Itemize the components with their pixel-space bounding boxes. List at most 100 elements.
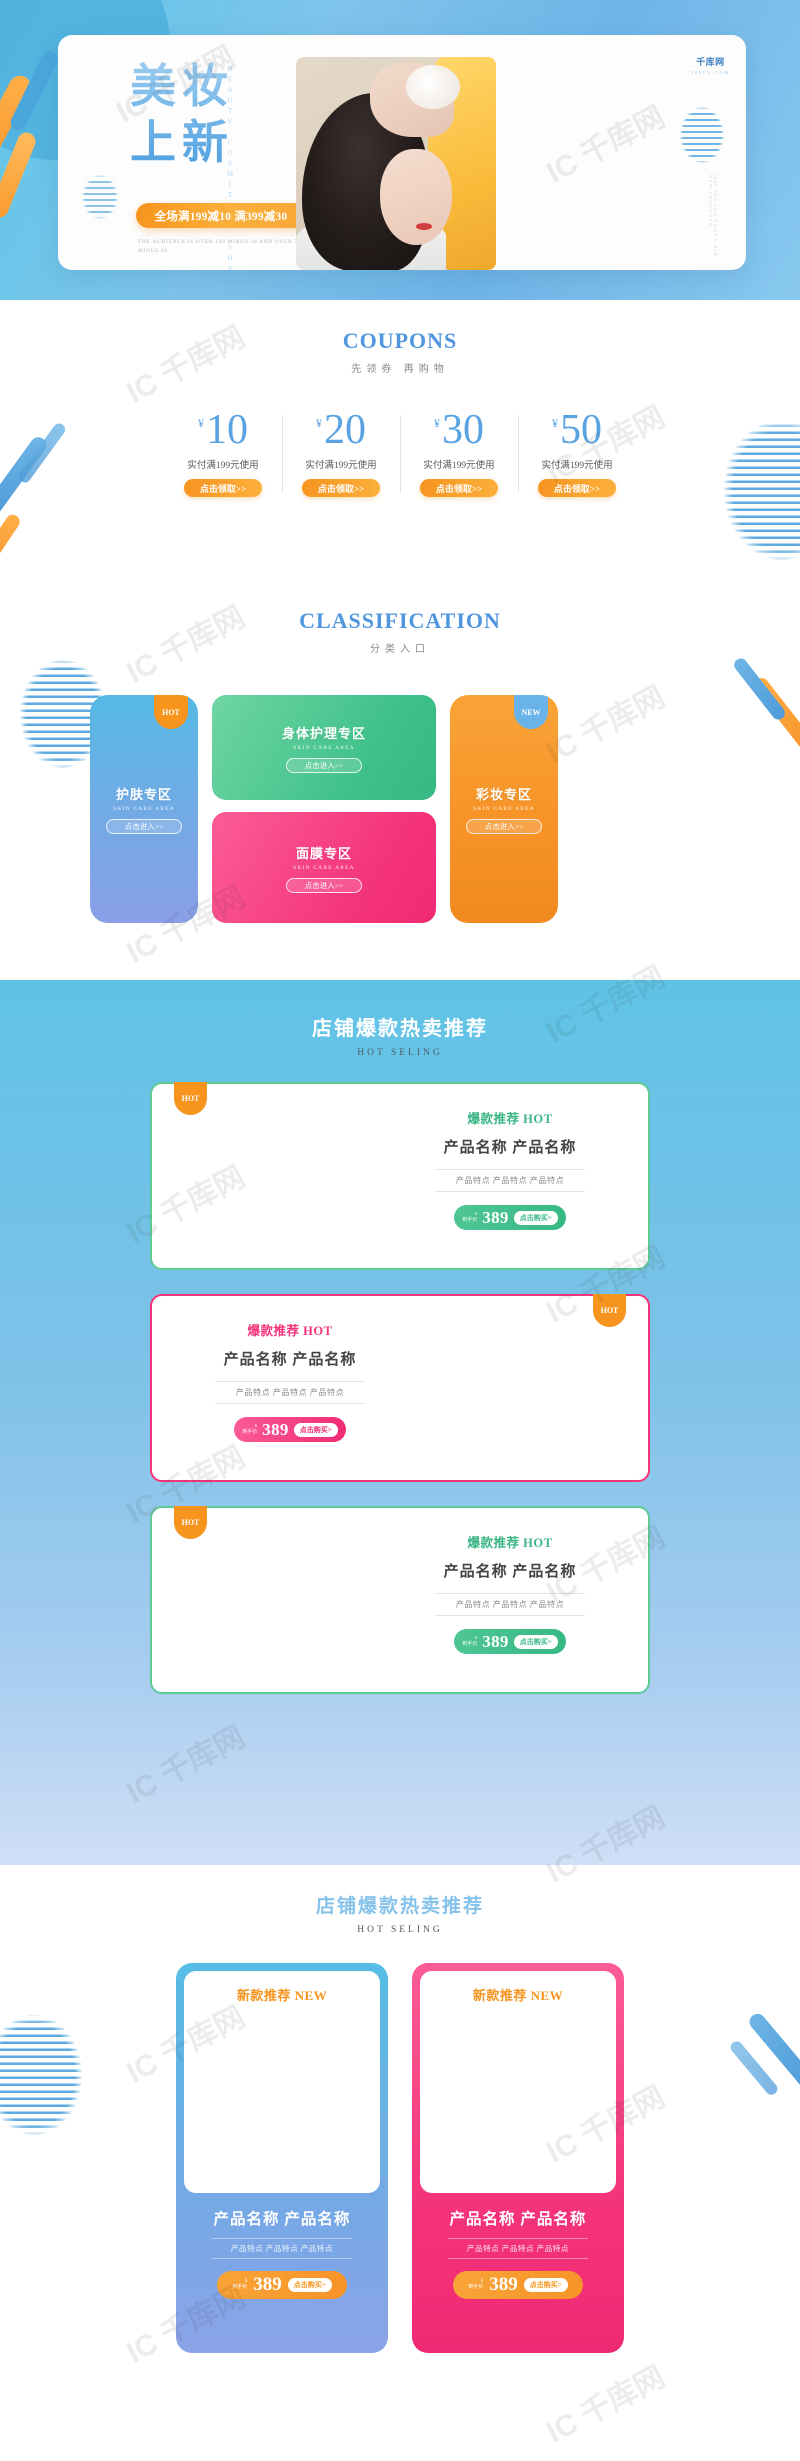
currency-symbol: ¥	[552, 416, 558, 430]
category-card-facemask[interactable]: 面膜专区 SKIN CARE AREA 点击进入>>	[212, 812, 436, 923]
product-features: 产品特点 产品特点 产品特点	[215, 1381, 365, 1404]
product-price-label-group: ¥ 到手价	[242, 1424, 257, 1436]
category-subtitle: SKIN CARE AREA	[473, 806, 535, 812]
category-title: 彩妆专区	[475, 787, 532, 802]
new-product-image-area: 新款推荐 NEW	[184, 1971, 380, 2193]
new-products-title-english: HOT SELING	[357, 1925, 443, 1935]
new-products-heading: 店铺爆款热卖推荐 HOT SELING	[0, 1891, 800, 1935]
category-title: 护肤专区	[115, 787, 172, 802]
photo-face	[380, 149, 452, 245]
product-price: 389	[482, 1631, 509, 1651]
new-product-name: 产品名称 产品名称	[213, 2211, 351, 2228]
coupon-value: 10	[206, 407, 248, 453]
hot-badge-icon: HOT	[174, 1506, 207, 1539]
hero-promo-pill[interactable]: 全场满199减10 满399减30	[136, 203, 306, 228]
coupon-amount: ¥ 10	[164, 409, 282, 451]
product-card[interactable]: HOT 爆款推荐 HOT 产品名称 产品名称 产品特点 产品特点 产品特点 ¥ …	[150, 1294, 650, 1482]
product-features: 产品特点 产品特点 产品特点	[435, 1169, 585, 1192]
category-title: 面膜专区	[295, 845, 352, 861]
product-card[interactable]: HOT 爆款推荐 HOT 产品名称 产品名称 产品特点 产品特点 产品特点 ¥ …	[150, 1506, 650, 1694]
classification-section: CLASSIFICATION 分类入口 HOT 护肤专区 SKIN CARE A…	[0, 600, 800, 980]
product-buy-button[interactable]: 点击购买>	[513, 1210, 558, 1225]
hero-model-photo	[296, 57, 496, 270]
new-product-card[interactable]: 新款推荐 NEW 产品名称 产品名称 产品特点 产品特点 产品特点 ¥ 到手价 …	[412, 1963, 624, 2353]
new-product-buy-bar[interactable]: ¥ 到手价 389 点击购买>	[453, 2271, 583, 2299]
hero-right-vertical-text: MEI ZHUANG SHANG XIN NEW PRODUCTS	[708, 175, 718, 258]
price-label: 到手价	[242, 1429, 258, 1435]
blue-bar-decoration-right	[731, 655, 788, 723]
category-enter-button[interactable]: 点击进入>>	[106, 819, 182, 834]
photo-lips	[416, 223, 432, 230]
new-product-info: 产品名称 产品名称 产品特点 产品特点 产品特点 ¥ 到手价 389 点击购买>	[176, 2193, 388, 2353]
coupon-list: ¥ 10 实付满199元使用 点击领取>> ¥ 20 实付满199元使用 点击领…	[0, 409, 800, 497]
coupon-card[interactable]: ¥ 30 实付满199元使用 点击领取>>	[400, 409, 518, 497]
coupon-condition: 实付满199元使用	[187, 461, 259, 471]
category-enter-button[interactable]: 点击进入>>	[286, 877, 362, 893]
product-features: 产品特点 产品特点 产品特点	[435, 1593, 585, 1616]
coupon-card[interactable]: ¥ 20 实付满199元使用 点击领取>>	[282, 409, 400, 497]
new-product-buy-bar[interactable]: ¥ 到手价 389 点击购买>	[217, 2271, 347, 2299]
coupon-claim-button[interactable]: 点击领取>>	[420, 479, 498, 497]
product-buy-bar[interactable]: ¥ 到手价 389 点击购买>	[454, 1205, 566, 1230]
product-buy-button[interactable]: 点击购买>	[293, 1422, 338, 1437]
coupon-claim-button[interactable]: 点击领取>>	[538, 479, 616, 497]
coupon-condition: 实付满199元使用	[305, 461, 377, 471]
product-card[interactable]: HOT 爆款推荐 HOT 产品名称 产品名称 产品特点 产品特点 产品特点 ¥ …	[150, 1082, 650, 1270]
price-label: 到手价	[462, 1641, 478, 1647]
new-product-info: 产品名称 产品名称 产品特点 产品特点 产品特点 ¥ 到手价 389 点击购买>	[412, 2193, 624, 2353]
coupon-claim-button[interactable]: 点击领取>>	[302, 479, 380, 497]
coupon-value: 30	[442, 407, 484, 453]
product-buy-bar[interactable]: ¥ 到手价 389 点击购买>	[454, 1629, 566, 1654]
site-logo-text: 千库网	[696, 57, 725, 67]
hero-title: 美妆 上新	[130, 59, 234, 171]
new-product-tag: 新款推荐 NEW	[472, 1988, 564, 2003]
currency-symbol: ¥	[316, 416, 322, 430]
price-label: 到手价	[232, 2285, 248, 2290]
new-product-buy-button[interactable]: 点击购买>	[523, 2278, 568, 2292]
new-price-label-group: ¥ 到手价	[232, 2279, 247, 2291]
hero-title-line-1: 美妆	[130, 61, 234, 112]
category-enter-button[interactable]: 点击进入>>	[466, 819, 542, 834]
coupons-title-chinese: 先领券 再购物	[351, 364, 449, 375]
new-product-card[interactable]: 新款推荐 NEW 产品名称 产品名称 产品特点 产品特点 产品特点 ¥ 到手价 …	[176, 1963, 388, 2353]
new-price-label-group: ¥ 到手价	[468, 2279, 483, 2291]
new-products-title-chinese: 店铺爆款热卖推荐	[316, 1891, 484, 1918]
coupon-condition: 实付满199元使用	[541, 461, 613, 471]
new-product-buy-button[interactable]: 点击购买>	[287, 2278, 332, 2292]
new-product-image-area: 新款推荐 NEW	[420, 1971, 616, 2193]
coupon-value: 50	[560, 407, 602, 453]
classification-heading: CLASSIFICATION 分类入口	[0, 608, 800, 655]
product-buy-button[interactable]: 点击购买>	[513, 1634, 558, 1649]
product-price: 389	[482, 1207, 509, 1227]
category-subtitle: SKIN CARE AREA	[113, 806, 175, 812]
category-card-bodycare[interactable]: 身体护理专区 SKIN CARE AREA 点击进入>>	[212, 695, 436, 800]
product-price-label-group: ¥ 到手价	[462, 1212, 477, 1224]
product-info: 爆款推荐 HOT 产品名称 产品名称 产品特点 产品特点 产品特点 ¥ 到手价 …	[176, 1320, 404, 1466]
category-enter-button[interactable]: 点击进入>>	[286, 757, 362, 773]
hot-selling-title-english: HOT SELING	[357, 1048, 443, 1058]
photo-scrunchie	[406, 65, 460, 109]
orange-bar-decoration-right	[750, 674, 800, 756]
product-price: 389	[262, 1419, 289, 1439]
product-name: 产品名称 产品名称	[443, 1140, 577, 1156]
category-card-skincare[interactable]: HOT 护肤专区 SKIN CARE AREA 点击进入>>	[90, 695, 198, 923]
hot-badge-icon: HOT	[174, 1082, 207, 1115]
coupon-claim-button[interactable]: 点击领取>>	[184, 479, 262, 497]
product-info: 爆款推荐 HOT 产品名称 产品名称 产品特点 产品特点 产品特点 ¥ 到手价 …	[396, 1532, 624, 1678]
new-product-tag: 新款推荐 NEW	[236, 1988, 328, 2003]
product-tag: 爆款推荐 HOT	[467, 1112, 553, 1126]
coupon-value: 20	[324, 407, 366, 453]
hero-promo-english: THE AUDIENCE IS OVER 199 MINUS 10 AND OV…	[138, 239, 305, 254]
category-card-makeup[interactable]: NEW 彩妆专区 SKIN CARE AREA 点击进入>>	[450, 695, 558, 923]
new-badge-icon: NEW	[514, 695, 548, 729]
new-product-name: 产品名称 产品名称	[449, 2211, 587, 2228]
new-product-price: 389	[489, 2274, 518, 2295]
product-buy-bar[interactable]: ¥ 到手价 389 点击购买>	[234, 1417, 346, 1442]
new-products-grid: 新款推荐 NEW 产品名称 产品名称 产品特点 产品特点 产品特点 ¥ 到手价 …	[0, 1963, 800, 2353]
price-label: 到手价	[462, 1217, 478, 1223]
coupon-amount: ¥ 20	[282, 409, 400, 451]
coupon-card[interactable]: ¥ 10 实付满199元使用 点击领取>>	[164, 409, 282, 497]
currency-symbol: ¥	[198, 416, 204, 430]
category-subtitle: SKIN CARE AREA	[293, 744, 355, 751]
coupon-card[interactable]: ¥ 50 实付满199元使用 点击领取>>	[518, 409, 636, 497]
